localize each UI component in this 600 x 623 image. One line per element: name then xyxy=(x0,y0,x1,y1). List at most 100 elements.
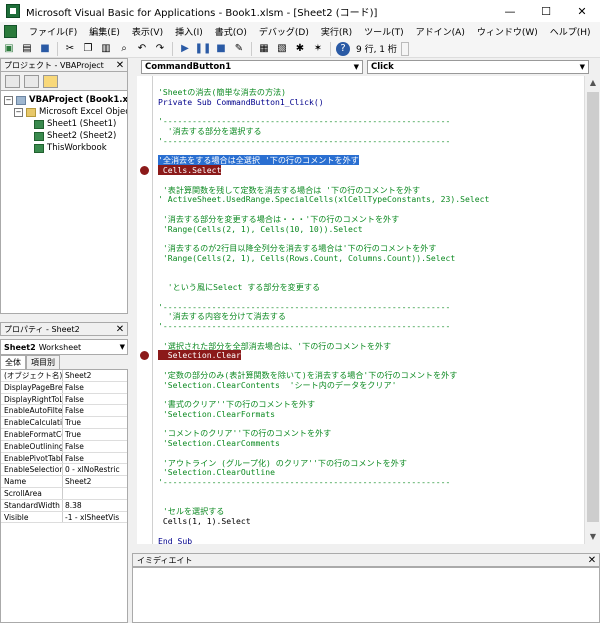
view-code-button[interactable] xyxy=(5,74,20,88)
menu-debug[interactable]: デバッグ(D) xyxy=(253,25,315,38)
code-editor[interactable]: 'Sheetの消去(簡単な消去の方法) Private Sub CommandBu… xyxy=(153,76,584,544)
minimize-button[interactable]: — xyxy=(492,0,528,22)
code-vertical-scrollbar[interactable]: ▲ ▼ xyxy=(584,76,600,544)
scroll-thumb[interactable] xyxy=(587,92,599,522)
code-line[interactable]: '書式のクリア''下の行のコメントを外す xyxy=(158,399,315,409)
property-value[interactable]: False xyxy=(63,453,127,464)
code-line[interactable]: 'Selection.ClearContents 'シート内のデータをクリア' xyxy=(158,380,397,390)
find-icon[interactable]: ⌕ xyxy=(117,42,131,56)
properties-window-icon[interactable]: ▧ xyxy=(275,42,289,56)
code-line[interactable]: 'Sheetの消去(簡単な消去の方法) xyxy=(158,87,286,97)
property-value[interactable]: 8.38 xyxy=(63,500,127,511)
code-line[interactable]: Private Sub CommandButton1_Click() xyxy=(158,97,324,107)
scroll-down-icon[interactable]: ▼ xyxy=(585,530,600,544)
toggle-folders-button[interactable] xyxy=(43,74,58,88)
immediate-window-close-icon[interactable]: ✕ xyxy=(585,555,599,566)
save-icon[interactable]: ■ xyxy=(38,42,52,56)
menu-window[interactable]: ウィンドウ(W) xyxy=(471,25,544,38)
code-line[interactable]: 'Range(Cells(2, 1), Cells(10, 10)).Selec… xyxy=(158,224,363,234)
object-combo[interactable]: CommandButton1 ▼ xyxy=(141,60,363,74)
menu-run[interactable]: 実行(R) xyxy=(315,25,358,38)
property-value[interactable]: 0 - xlNoRestric xyxy=(63,464,127,475)
insert-userform-icon[interactable]: ▤ xyxy=(20,42,34,56)
object-browser-icon[interactable]: ✱ xyxy=(293,42,307,56)
maximize-button[interactable]: ☐ xyxy=(528,0,564,22)
property-value[interactable] xyxy=(63,488,127,499)
code-line[interactable]: '---------------------------------------… xyxy=(158,477,450,487)
tree-item-sheet1[interactable]: Sheet1 (Sheet1) xyxy=(34,119,116,130)
property-row[interactable]: EnablePivotTable False xyxy=(1,452,127,465)
property-row[interactable]: EnableFormatCo True xyxy=(1,428,127,441)
tree-item-excel-objects[interactable]: − Microsoft Excel Object xyxy=(14,107,127,118)
redo-icon[interactable]: ↷ xyxy=(153,42,167,56)
run-icon[interactable]: ▶ xyxy=(178,42,192,56)
code-line[interactable]: 'アウトライン (グループ化) のクリア''下の行のコメントを外す xyxy=(158,458,407,468)
tree-item-vbaproject[interactable]: − VBAProject (Book1.xls xyxy=(4,95,127,106)
view-excel-icon[interactable]: ▣ xyxy=(2,42,16,56)
procedure-combo[interactable]: Click ▼ xyxy=(367,60,589,74)
code-line[interactable]: 'Selection.ClearComments xyxy=(158,438,280,448)
menu-file[interactable]: ファイル(F) xyxy=(23,25,83,38)
code-line[interactable]: End Sub xyxy=(158,536,192,545)
property-row[interactable]: DisplayPageBrea False xyxy=(1,381,127,394)
property-value[interactable]: Sheet2 xyxy=(63,370,127,381)
scroll-up-icon[interactable]: ▲ xyxy=(585,76,600,90)
code-line[interactable]: Selection.Clear xyxy=(158,350,241,361)
toolbar-options[interactable] xyxy=(400,41,409,56)
code-line[interactable]: '消去する部分を選択する xyxy=(158,126,262,136)
code-line[interactable]: 'という風にSelect する部分を変更する xyxy=(158,282,320,292)
tree-item-sheet2[interactable]: Sheet2 (Sheet2) xyxy=(34,131,116,142)
break-icon[interactable]: ❚❚ xyxy=(195,42,212,56)
project-explorer-icon[interactable]: ▦ xyxy=(257,42,271,56)
immediate-window[interactable] xyxy=(132,567,600,623)
menu-insert[interactable]: 挿入(I) xyxy=(169,25,209,38)
toolbox-icon[interactable]: ✶ xyxy=(311,42,325,56)
code-line[interactable]: 'Selection.ClearOutline xyxy=(158,467,275,477)
code-line[interactable]: ' ActiveSheet.UsedRange.SpecialCells(xlC… xyxy=(158,194,489,204)
property-value[interactable]: False xyxy=(63,441,127,452)
menu-help[interactable]: ヘルプ(H) xyxy=(544,25,597,38)
code-line[interactable]: '---------------------------------------… xyxy=(158,116,450,126)
menu-view[interactable]: 表示(V) xyxy=(126,25,169,38)
breakpoint-icon[interactable] xyxy=(140,165,149,175)
code-line[interactable]: '表計算関数を残して定数を消去する場合は '下の行のコメントを外す xyxy=(158,185,420,195)
code-line[interactable]: '---------------------------------------… xyxy=(158,321,450,331)
code-line[interactable]: '消去する部分を変更する場合は・・・'下の行のコメントを外す xyxy=(158,214,399,224)
menu-tools[interactable]: ツール(T) xyxy=(358,25,410,38)
code-line[interactable]: 'Selection.ClearFormats xyxy=(158,409,275,419)
properties-object-select[interactable]: Sheet2 Worksheet ▼ xyxy=(0,339,128,355)
property-row[interactable]: EnableAutoFilter False xyxy=(1,405,127,418)
code-line[interactable]: '消去する内容を分けて消去する xyxy=(158,311,286,321)
reset-icon[interactable]: ■ xyxy=(214,42,228,56)
excel-icon[interactable] xyxy=(4,24,17,38)
code-line[interactable]: 'Range(Cells(2, 1), Cells(Rows.Count, Co… xyxy=(158,253,455,263)
property-value[interactable]: False xyxy=(63,394,127,405)
code-line[interactable]: Cells.Select xyxy=(158,165,222,175)
collapse-icon[interactable]: − xyxy=(14,108,23,117)
property-value[interactable]: True xyxy=(63,429,127,440)
tree-item-thisworkbook[interactable]: ThisWorkbook xyxy=(34,143,107,154)
menu-edit[interactable]: 編集(E) xyxy=(83,25,126,38)
property-value[interactable]: False xyxy=(63,382,127,393)
code-line[interactable]: '全消去をする場合は全選択 '下の行のコメントを外す xyxy=(158,155,359,166)
code-line[interactable]: '定数の部分のみ(表計算関数を除いて)を消去する場合'下の行のコメントを外す xyxy=(158,370,457,380)
help-icon[interactable]: ? xyxy=(336,41,350,56)
property-value[interactable]: -1 - xlSheetVis xyxy=(63,512,127,523)
code-line[interactable]: '---------------------------------------… xyxy=(158,136,450,146)
property-row[interactable]: EnableCalculatio True xyxy=(1,417,127,429)
tab-categorized[interactable]: 項目別 xyxy=(26,355,60,369)
property-row[interactable]: DisplayRightToLe False xyxy=(1,393,127,406)
paste-icon[interactable]: ▥ xyxy=(99,42,113,56)
code-line[interactable]: Cells(1, 1).Select xyxy=(158,516,251,526)
properties-panel-close-icon[interactable]: ✕ xyxy=(113,324,127,335)
project-panel-close-icon[interactable]: ✕ xyxy=(113,60,127,71)
view-object-button[interactable] xyxy=(24,74,39,88)
close-button[interactable]: ✕ xyxy=(564,0,600,22)
collapse-icon[interactable]: − xyxy=(4,96,13,105)
code-line[interactable]: '---------------------------------------… xyxy=(158,302,450,312)
copy-icon[interactable]: ❐ xyxy=(81,42,95,56)
code-line[interactable]: 'セルを選択する xyxy=(158,506,225,516)
property-value[interactable]: True xyxy=(63,417,127,428)
property-value[interactable]: Sheet2 xyxy=(63,476,127,487)
breakpoint-margin[interactable] xyxy=(137,76,153,544)
